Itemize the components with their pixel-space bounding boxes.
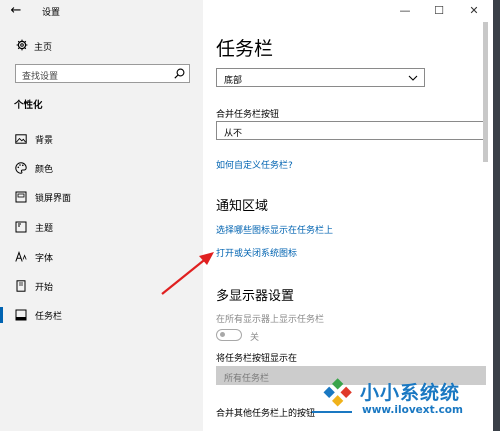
sidebar-item-taskbar[interactable]: 任务栏 — [0, 303, 203, 327]
search-icon[interactable] — [174, 68, 185, 79]
show-buttons-on-label: 将任务栏按钮显示在 — [216, 354, 298, 364]
sidebar-item-label: 主题 — [35, 224, 54, 234]
theme-icon — [15, 221, 27, 233]
start-icon — [16, 280, 26, 292]
lock-screen-icon — [15, 191, 27, 203]
sidebar-section-title: 个性化 — [14, 100, 43, 111]
sidebar-item-label: 锁屏界面 — [35, 194, 72, 204]
chevron-down-icon — [408, 75, 418, 81]
sidebar-item-label: 颜色 — [35, 165, 54, 175]
sidebar-item-lock-screen[interactable]: 锁屏界面 — [0, 185, 203, 209]
combine-other-buttons-label: 合并其他任务栏上的按钮 — [216, 409, 316, 419]
minimize-button[interactable]: — — [388, 0, 422, 22]
select-value: 从不 — [224, 129, 243, 139]
show-on-all-displays-toggle[interactable] — [216, 329, 242, 341]
title-bar: ← 设置 — ☐ ✕ — [0, 0, 493, 22]
home-label: 主页 — [34, 43, 53, 53]
page-title: 任务栏 — [216, 38, 274, 60]
app-title: 设置 — [42, 8, 61, 18]
combine-buttons-label: 合并任务栏按钮 — [216, 110, 280, 120]
close-button[interactable]: ✕ — [457, 0, 491, 22]
multi-display-heading: 多显示器设置 — [216, 289, 295, 304]
maximize-button[interactable]: ☐ — [422, 0, 456, 22]
watermark-url: www.ilovext.com — [362, 404, 463, 416]
system-icons-link[interactable]: 打开或关闭系统图标 — [216, 246, 297, 259]
sidebar-item-start[interactable]: 开始 — [0, 274, 203, 298]
search-placeholder: 查找设置 — [22, 72, 59, 82]
sidebar-item-label: 任务栏 — [35, 312, 63, 322]
taskbar-position-select[interactable]: 底部 — [216, 68, 425, 87]
font-icon — [15, 251, 27, 262]
select-value: 底部 — [224, 76, 243, 86]
sidebar-item-label: 背景 — [35, 136, 54, 146]
watermark-text: 小小系统统 — [360, 382, 461, 404]
sidebar-item-background[interactable]: 背景 — [0, 127, 203, 151]
select-value: 所有任务栏 — [224, 374, 270, 384]
toggle-state-label: 关 — [250, 333, 260, 343]
gear-icon — [16, 39, 28, 51]
sidebar-item-label: 字体 — [35, 254, 54, 264]
sidebar-item-label: 开始 — [35, 283, 54, 293]
combine-buttons-select[interactable]: 从不 — [216, 121, 486, 140]
sidebar-item-fonts[interactable]: 字体 — [0, 245, 203, 269]
settings-window: ← 设置 — ☐ ✕ 主页 查找设置 个性化 背景 颜色 锁屏界面 主题 字体 … — [0, 0, 493, 431]
palette-icon — [15, 162, 27, 174]
notification-area-heading: 通知区域 — [216, 199, 269, 214]
desktop-background — [493, 0, 500, 431]
toggle-knob — [220, 332, 225, 337]
show-on-all-displays-label: 在所有显示器上显示任务栏 — [216, 315, 325, 325]
sidebar-item-colors[interactable]: 颜色 — [0, 156, 203, 180]
search-input[interactable]: 查找设置 — [15, 64, 190, 83]
watermark-logo-icon — [312, 378, 352, 413]
scrollbar[interactable] — [483, 22, 488, 162]
select-taskbar-icons-link[interactable]: 选择哪些图标显示在任务栏上 — [216, 223, 333, 236]
sidebar-item-themes[interactable]: 主题 — [0, 215, 203, 239]
active-indicator — [0, 307, 3, 323]
back-arrow-icon[interactable]: ← — [8, 3, 24, 19]
customize-taskbar-link[interactable]: 如何自定义任务栏? — [216, 158, 293, 171]
image-icon — [15, 134, 27, 144]
taskbar-icon — [15, 309, 27, 321]
